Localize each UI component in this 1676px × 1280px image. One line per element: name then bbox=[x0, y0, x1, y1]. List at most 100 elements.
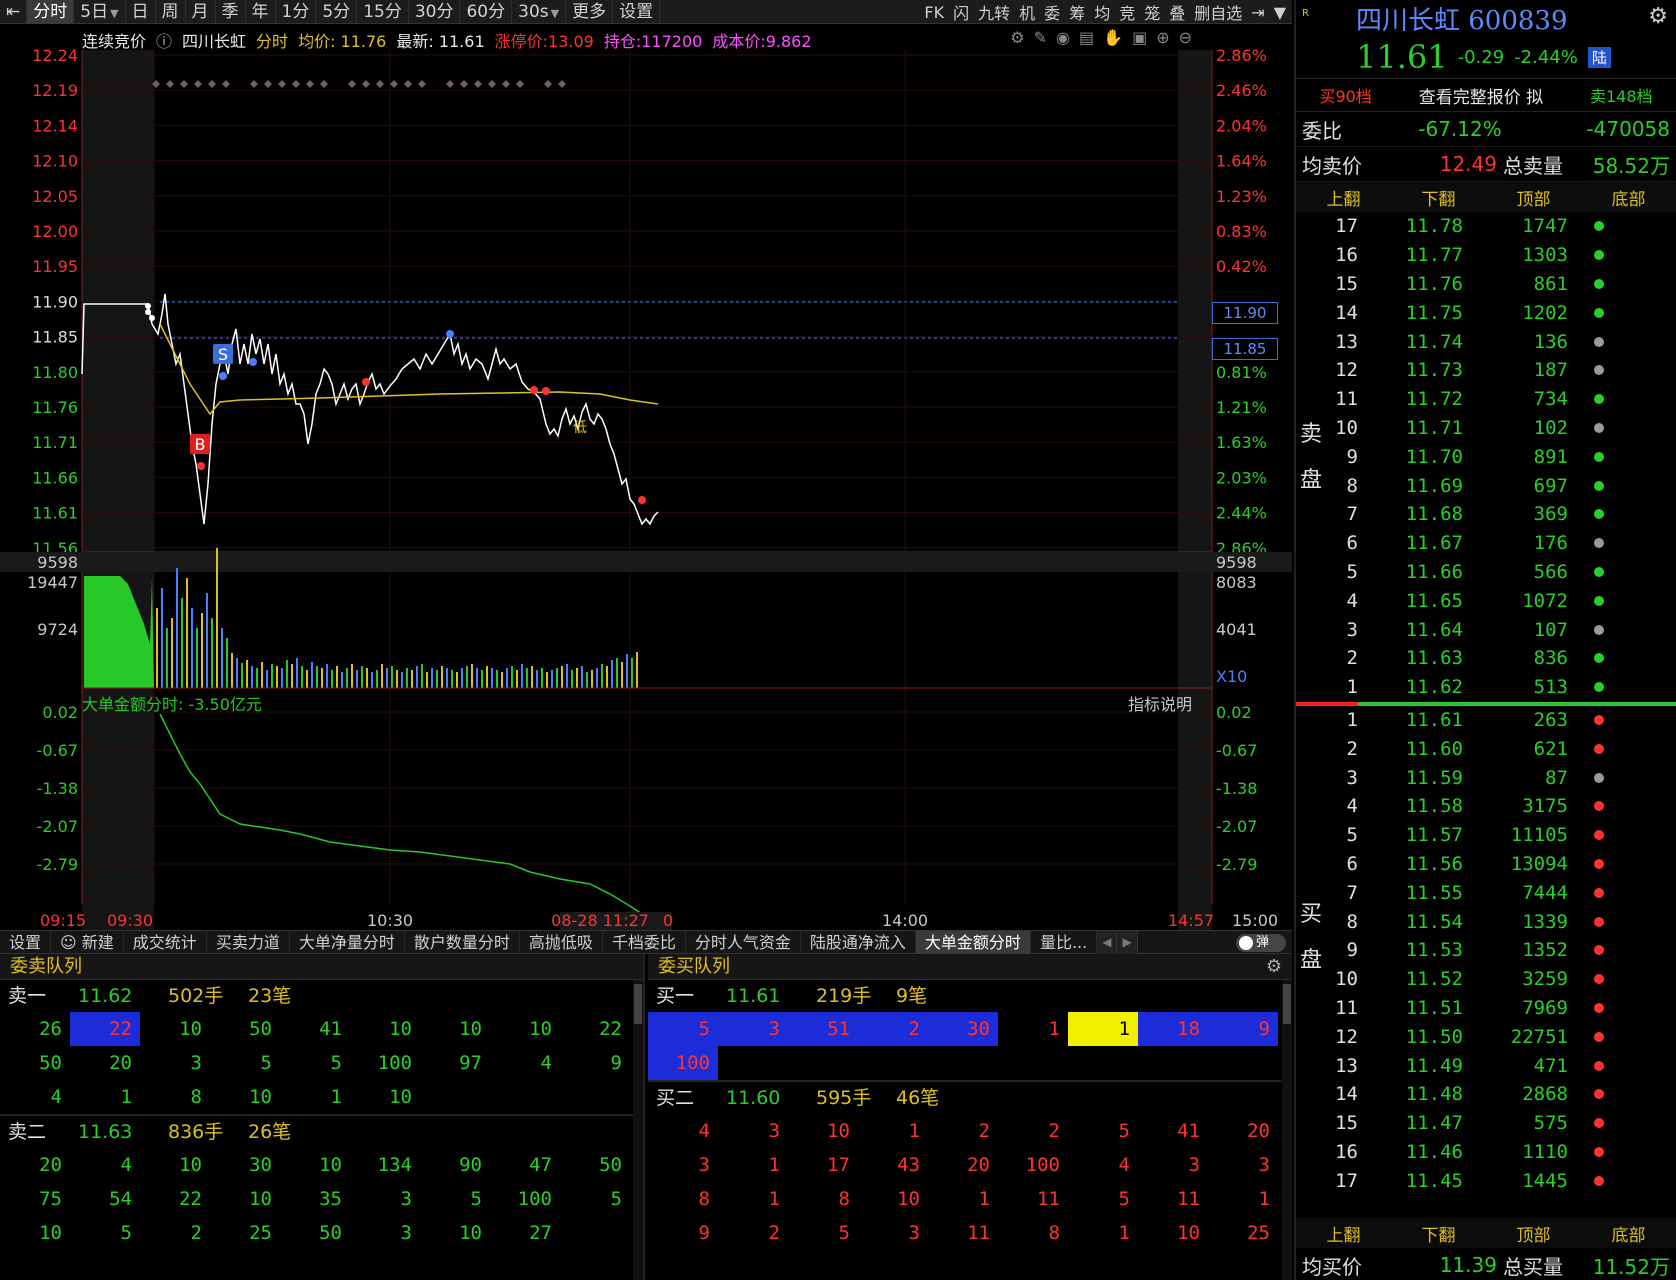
chevron-left-icon[interactable]: ◀ bbox=[1097, 930, 1118, 954]
ask-level-row[interactable]: 1 11.62 513 bbox=[1296, 673, 1676, 702]
bid-level-row[interactable]: 15 11.47 575 bbox=[1296, 1109, 1676, 1138]
trash-icon[interactable]: ▤ bbox=[1079, 28, 1094, 47]
tab-northbound[interactable]: 陆股通净流入 bbox=[801, 930, 916, 954]
chevron-down-icon[interactable]: ▼ bbox=[1274, 3, 1286, 22]
bid-level-row[interactable]: 12 11.50 22751 bbox=[1296, 1022, 1676, 1051]
gear-icon[interactable]: ⚙ bbox=[1266, 954, 1282, 980]
ask-level-row[interactable]: 14 11.75 1202 bbox=[1296, 298, 1676, 327]
bid-level-row[interactable]: 13 11.49 471 bbox=[1296, 1051, 1676, 1080]
tab-month[interactable]: 月 bbox=[186, 0, 216, 24]
bid-level-row[interactable]: 5 11.57 11105 bbox=[1296, 821, 1676, 850]
gear-icon[interactable]: ⚙ bbox=[1648, 4, 1668, 29]
zoom-in-icon[interactable]: ⊕ bbox=[1156, 28, 1169, 47]
prev-icon[interactable]: ⇤ bbox=[0, 0, 28, 24]
tab-big-order-amount[interactable]: 大单金额分时 bbox=[915, 930, 1031, 954]
ask-level-row[interactable]: 6 11.67 176 bbox=[1296, 529, 1676, 558]
buy-levels-button[interactable]: 买90档 bbox=[1319, 83, 1371, 107]
tool-flash[interactable]: 闪 bbox=[953, 0, 969, 24]
ask-level-row[interactable]: 15 11.76 861 bbox=[1296, 270, 1676, 299]
tool-order[interactable]: 委 bbox=[1044, 0, 1060, 24]
scrollbar[interactable] bbox=[1282, 980, 1292, 1280]
ask-level-row[interactable]: 3 11.64 107 bbox=[1296, 615, 1676, 644]
info-icon[interactable]: ⓘ bbox=[156, 28, 172, 51]
hand-icon[interactable]: ✋ bbox=[1103, 28, 1123, 47]
tab-buy-sell-force[interactable]: 买卖力道 bbox=[207, 930, 290, 954]
intraday-chart[interactable]: 12.24 2.86% 12.19 2.46% 12.14 2.04% 12.10 1.64%… bbox=[0, 24, 1292, 930]
page-down-button[interactable]: 下翻 bbox=[1422, 1221, 1456, 1246]
tool-chips[interactable]: 筹 bbox=[1069, 0, 1085, 24]
tab-indicator-settings[interactable]: 设置 bbox=[0, 930, 52, 954]
tab-year[interactable]: 年 bbox=[246, 0, 276, 24]
top-button[interactable]: 顶部 bbox=[1517, 1221, 1551, 1246]
eye-icon[interactable]: ◉ bbox=[1056, 28, 1070, 47]
bid-level-row[interactable]: 8 11.54 1339 bbox=[1296, 907, 1676, 936]
bid-level-row[interactable]: 14 11.48 2868 bbox=[1296, 1080, 1676, 1109]
top-button[interactable]: 顶部 bbox=[1517, 185, 1551, 210]
tool-fk[interactable]: FK bbox=[924, 3, 944, 22]
tool-overlay[interactable]: 叠 bbox=[1169, 0, 1185, 24]
bid-level-row[interactable]: 10 11.52 3259 bbox=[1296, 965, 1676, 994]
ask-level-row[interactable]: 11 11.72 734 bbox=[1296, 385, 1676, 414]
lock-icon[interactable]: ▣ bbox=[1132, 28, 1147, 47]
ask-level-row[interactable]: 5 11.66 566 bbox=[1296, 558, 1676, 587]
tab-day[interactable]: 日 bbox=[126, 0, 156, 24]
ask-level-row[interactable]: 13 11.74 136 bbox=[1296, 327, 1676, 356]
tab-trade-stats[interactable]: 成交统计 bbox=[124, 930, 207, 954]
page-up-button[interactable]: 上翻 bbox=[1327, 185, 1361, 210]
ask-level-row[interactable]: 4 11.65 1072 bbox=[1296, 586, 1676, 615]
bottom-button[interactable]: 底部 bbox=[1612, 1221, 1646, 1246]
tab-more[interactable]: 更多 bbox=[566, 0, 614, 24]
tab-retail-count[interactable]: 散户数量分时 bbox=[405, 930, 520, 954]
tab-high-low[interactable]: 高抛低吸 bbox=[520, 930, 603, 954]
page-up-button[interactable]: 上翻 bbox=[1327, 1221, 1361, 1246]
bid-level-row[interactable]: 16 11.46 1110 bbox=[1296, 1138, 1676, 1167]
tool-avg[interactable]: 均 bbox=[1094, 0, 1110, 24]
tab-60min[interactable]: 60分 bbox=[460, 0, 513, 24]
tab-volume-ratio[interactable]: 量比... bbox=[1031, 930, 1098, 954]
bid-level-row[interactable]: 6 11.56 13094 bbox=[1296, 850, 1676, 879]
tool-cage[interactable]: 笼 bbox=[1144, 0, 1160, 24]
chevron-right-icon[interactable]: ▶ bbox=[1117, 930, 1138, 954]
tool-machine[interactable]: 机 bbox=[1019, 0, 1035, 24]
sell-levels-button[interactable]: 卖148档 bbox=[1590, 83, 1653, 107]
page-down-button[interactable]: 下翻 bbox=[1422, 185, 1456, 210]
tab-order-ratio[interactable]: 千档委比 bbox=[603, 930, 686, 954]
ask-level-row[interactable]: 10 11.71 102 bbox=[1296, 414, 1676, 443]
tool-auction[interactable]: 竞 bbox=[1119, 0, 1135, 24]
tab-quarter[interactable]: 季 bbox=[216, 0, 246, 24]
bid-level-row[interactable]: 17 11.45 1445 bbox=[1296, 1166, 1676, 1195]
tab-15min[interactable]: 15分 bbox=[357, 0, 409, 24]
tab-big-order-net[interactable]: 大单净量分时 bbox=[290, 930, 405, 954]
bid-level-row[interactable]: 11 11.51 7969 bbox=[1296, 994, 1676, 1023]
bid-level-row[interactable]: 1 11.61 263 bbox=[1296, 706, 1676, 735]
ask-level-row[interactable]: 16 11.77 1303 bbox=[1296, 241, 1676, 270]
tab-popularity-fund[interactable]: 分时人气资金 bbox=[686, 930, 801, 954]
tool-nine-turn[interactable]: 九转 bbox=[978, 0, 1010, 24]
ask-level-row[interactable]: 17 11.78 1747 bbox=[1296, 212, 1676, 241]
tab-week[interactable]: 周 bbox=[156, 0, 186, 24]
bottom-button[interactable]: 底部 bbox=[1612, 185, 1646, 210]
ask-level-row[interactable]: 9 11.70 891 bbox=[1296, 442, 1676, 471]
indicator-note-link[interactable]: 指标说明 bbox=[1128, 691, 1192, 715]
scrollbar[interactable] bbox=[633, 980, 643, 1280]
tool-remove-favorite[interactable]: 删自选 bbox=[1194, 0, 1242, 24]
view-full-quote-button[interactable]: 查看完整报价 拟 bbox=[1419, 83, 1543, 108]
tab-indicator-new[interactable]: ☺ 新建 bbox=[51, 930, 124, 954]
bid-level-row[interactable]: 4 11.58 3175 bbox=[1296, 792, 1676, 821]
tab-5day[interactable]: 5日 ▼ bbox=[74, 0, 126, 24]
ask-level-row[interactable]: 8 11.69 697 bbox=[1296, 471, 1676, 500]
tab-intraday[interactable]: 分时 bbox=[27, 0, 75, 24]
ask-level-row[interactable]: 7 11.68 369 bbox=[1296, 500, 1676, 529]
bid-level-row[interactable]: 3 11.59 87 bbox=[1296, 763, 1676, 792]
popup-toggle[interactable]: 弹 bbox=[1236, 934, 1286, 952]
bid-level-row[interactable]: 7 11.55 7444 bbox=[1296, 878, 1676, 907]
tab-5min[interactable]: 5分 bbox=[316, 0, 358, 24]
zoom-out-icon[interactable]: ⊖ bbox=[1179, 28, 1192, 47]
intraday-chart-panel[interactable]: 12.24 2.86% 12.19 2.46% 12.14 2.04% 12.10 1.64%… bbox=[0, 24, 1292, 930]
ask-level-row[interactable]: 2 11.63 836 bbox=[1296, 644, 1676, 673]
pen-icon[interactable]: ✎ bbox=[1034, 28, 1047, 47]
tab-30min[interactable]: 30分 bbox=[409, 0, 461, 24]
bid-level-row[interactable]: 9 11.53 1352 bbox=[1296, 936, 1676, 965]
tab-1min[interactable]: 1分 bbox=[276, 0, 317, 24]
tab-30s[interactable]: 30s ▼ bbox=[512, 0, 567, 24]
